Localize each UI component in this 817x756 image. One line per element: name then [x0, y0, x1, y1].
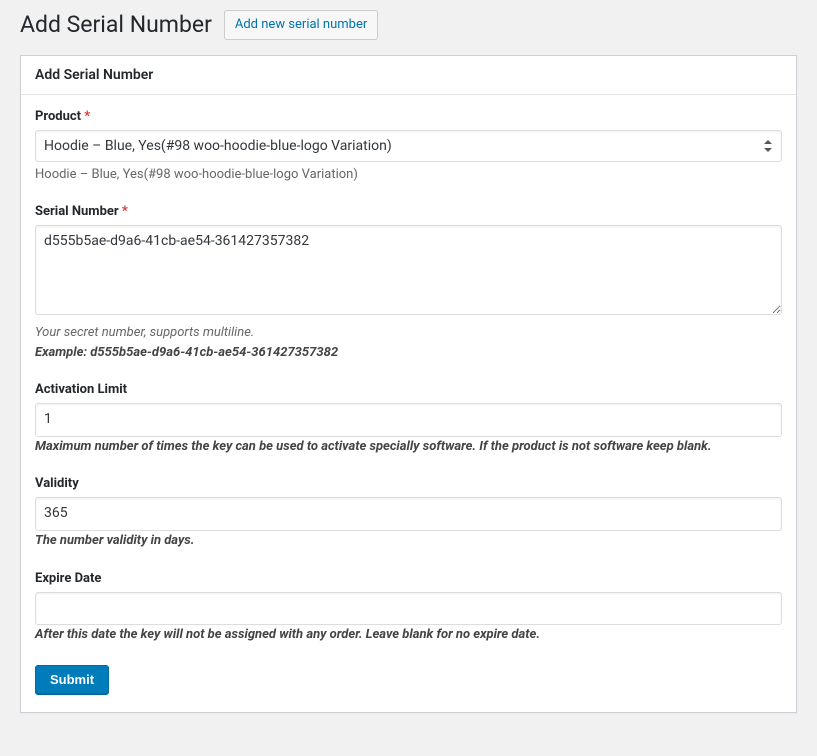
activation-limit-label: Activation Limit — [35, 382, 782, 397]
expire-date-field: Expire Date After this date the key will… — [35, 571, 782, 645]
expire-date-label: Expire Date — [35, 571, 782, 586]
serial-number-description-2: Example: d555b5ae-d9a6-41cb-ae54-3614273… — [35, 343, 782, 363]
postbox-header: Add Serial Number — [21, 56, 796, 95]
validity-field: Validity The number validity in days. — [35, 476, 782, 550]
validity-input[interactable] — [35, 497, 782, 531]
product-field: Product * Hoodie – Blue, Yes(#98 woo-hoo… — [35, 109, 782, 185]
expire-date-description: After this date the key will not be assi… — [35, 625, 782, 645]
serial-number-field: Serial Number * d555b5ae-d9a6-41cb-ae54-… — [35, 204, 782, 362]
serial-number-label: Serial Number * — [35, 204, 782, 219]
activation-limit-input[interactable] — [35, 403, 782, 437]
product-select[interactable]: Hoodie – Blue, Yes(#98 woo-hoodie-blue-l… — [35, 130, 782, 162]
validity-label: Validity — [35, 476, 782, 491]
required-marker: * — [122, 204, 128, 219]
serial-number-description-1: Your secret number, supports multiline. — [35, 323, 782, 343]
required-marker: * — [84, 109, 90, 124]
add-new-serial-button[interactable]: Add new serial number — [224, 10, 378, 40]
validity-description: The number validity in days. — [35, 531, 782, 551]
page-title: Add Serial Number — [20, 10, 212, 40]
postbox-title: Add Serial Number — [35, 67, 782, 83]
product-selected-display: Hoodie – Blue, Yes(#98 woo-hoodie-blue-l… — [35, 165, 782, 185]
form-postbox: Add Serial Number Product * Hoodie – Blu… — [20, 55, 797, 713]
submit-button[interactable]: Submit — [35, 665, 109, 694]
page-header: Add Serial Number Add new serial number — [20, 10, 797, 40]
expire-date-input[interactable] — [35, 592, 782, 626]
serial-number-input[interactable]: d555b5ae-d9a6-41cb-ae54-361427357382 — [35, 225, 782, 315]
activation-limit-field: Activation Limit Maximum number of times… — [35, 382, 782, 456]
product-label: Product * — [35, 109, 782, 124]
activation-limit-description: Maximum number of times the key can be u… — [35, 437, 782, 457]
